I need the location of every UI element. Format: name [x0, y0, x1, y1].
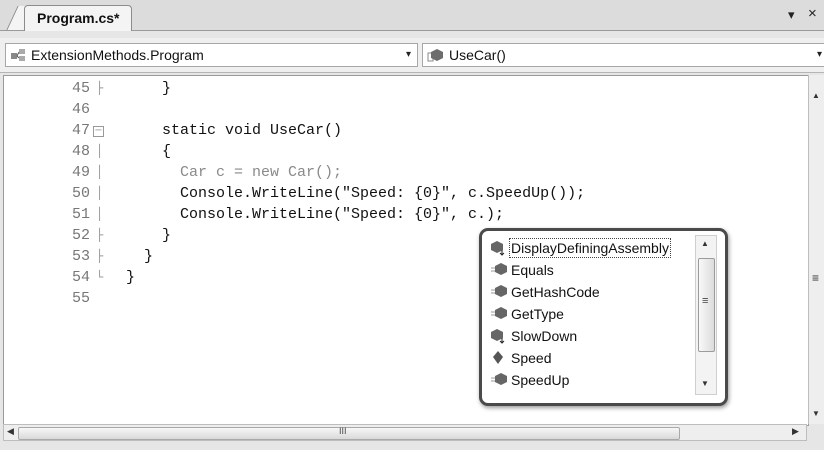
type-combo[interactable]: ExtensionMethods.Program ▾ — [5, 43, 418, 67]
document-tabstrip: Program.cs* ▾ × — [0, 0, 824, 31]
navigation-bar: ExtensionMethods.Program ▾ UseCar() ▾ — [0, 38, 824, 73]
completion-label: Equals — [511, 261, 554, 278]
hscroll-grip-icon: III — [339, 426, 347, 436]
outline-guide: ├ — [96, 81, 104, 95]
method-icon — [491, 306, 507, 319]
member-combo[interactable]: UseCar() ▾ — [422, 43, 824, 67]
line-number: 55 — [71, 290, 90, 307]
completion-item[interactable]: Equals — [490, 259, 554, 280]
tab-program-cs[interactable]: Program.cs* — [24, 5, 133, 31]
line-number: 47 — [71, 122, 90, 139]
code-line: 49 │ Car c = new Car(); — [4, 162, 804, 183]
completion-label: GetType — [511, 305, 564, 322]
code-text: { — [126, 143, 172, 160]
method-icon — [491, 284, 507, 297]
code-text: Car c = new Car(); — [126, 164, 343, 181]
line-number: 45 — [71, 80, 90, 97]
outline-guide: ├ — [96, 249, 104, 263]
scroll-grip-icon: ≡ — [812, 271, 820, 285]
collapse-icon[interactable]: − — [93, 126, 104, 137]
scroll-up-icon[interactable]: ▲ — [812, 91, 820, 100]
method-icon — [427, 49, 443, 62]
outline-guide: ├ — [96, 228, 104, 242]
code-text: Console.WriteLine("Speed: {0}", c.); — [126, 206, 505, 223]
code-text: Console.WriteLine("Speed: {0}", c.SpeedU… — [126, 185, 586, 202]
outline-guide: │ — [96, 207, 104, 221]
member-combo-value: UseCar() — [449, 47, 506, 63]
popup-scrollbar[interactable]: ▲ ≡ ▼ — [695, 235, 717, 395]
horizontal-scrollbar[interactable]: ◀ III ▶ — [3, 424, 807, 441]
scroll-down-icon[interactable]: ▼ — [701, 379, 709, 388]
completion-label: SpeedUp — [511, 371, 570, 388]
code-line: 47 − static void UseCar() — [4, 120, 804, 141]
code-line: 46 — [4, 99, 804, 120]
code-text: } — [126, 227, 172, 244]
code-text: } — [126, 248, 154, 265]
scroll-right-icon[interactable]: ▶ — [792, 426, 799, 437]
completion-item[interactable]: SlowDown — [490, 325, 577, 346]
outline-guide: └ — [96, 270, 104, 284]
method-icon — [491, 372, 507, 385]
field-icon — [493, 350, 503, 364]
chevron-down-icon[interactable]: ▾ — [406, 49, 411, 60]
extension-method-icon — [491, 328, 505, 344]
completion-label: Speed — [511, 349, 552, 366]
code-line: 50 │ Console.WriteLine("Speed: {0}", c.S… — [4, 183, 804, 204]
line-number: 49 — [71, 164, 90, 181]
scroll-left-icon[interactable]: ◀ — [7, 426, 14, 437]
code-line: 48 │ { — [4, 141, 804, 162]
tab-dropdown-icon[interactable]: ▾ — [788, 7, 795, 23]
scroll-down-icon[interactable]: ▼ — [812, 409, 820, 418]
method-icon — [491, 262, 507, 275]
line-number: 48 — [71, 143, 90, 160]
vertical-scrollbar[interactable]: ▲ ≡ ▼ — [808, 75, 824, 424]
completion-label: SlowDown — [511, 327, 578, 344]
line-number: 54 — [71, 269, 90, 286]
completion-item[interactable]: Speed — [490, 347, 551, 368]
intellisense-popup: DisplayDefiningAssembly Equals GetHashCo… — [479, 228, 728, 406]
line-number: 50 — [71, 185, 90, 202]
outline-guide: │ — [96, 186, 104, 200]
code-line: 51 │ Console.WriteLine("Speed: {0}", c.)… — [4, 204, 804, 225]
close-icon[interactable]: × — [808, 5, 817, 22]
class-icon — [11, 49, 25, 61]
line-number: 53 — [71, 248, 90, 265]
chevron-down-icon[interactable]: ▾ — [817, 49, 822, 60]
outline-guide: │ — [96, 144, 104, 158]
line-number: 51 — [71, 206, 90, 223]
scroll-grip-icon: ≡ — [702, 295, 709, 307]
type-combo-value: ExtensionMethods.Program — [31, 47, 204, 63]
scroll-up-icon[interactable]: ▲ — [701, 239, 709, 248]
completion-label: DisplayDefiningAssembly — [509, 237, 671, 258]
completion-item[interactable]: SpeedUp — [490, 369, 569, 390]
completion-label: GetHashCode — [511, 283, 600, 300]
completion-item[interactable]: DisplayDefiningAssembly — [490, 237, 671, 258]
code-line: 45 ├ } — [4, 78, 804, 99]
horizontal-scroll-thumb[interactable]: III — [18, 426, 680, 440]
code-text: } — [126, 80, 172, 97]
line-number: 46 — [71, 101, 90, 118]
code-text: static void UseCar() — [126, 122, 343, 139]
outline-guide: │ — [96, 165, 104, 179]
completion-item[interactable]: GetType — [490, 303, 564, 324]
line-number: 52 — [71, 227, 90, 244]
code-text: } — [126, 269, 136, 286]
popup-scroll-thumb[interactable]: ≡ — [698, 258, 715, 352]
completion-item[interactable]: GetHashCode — [490, 281, 600, 302]
extension-method-icon — [491, 240, 505, 256]
